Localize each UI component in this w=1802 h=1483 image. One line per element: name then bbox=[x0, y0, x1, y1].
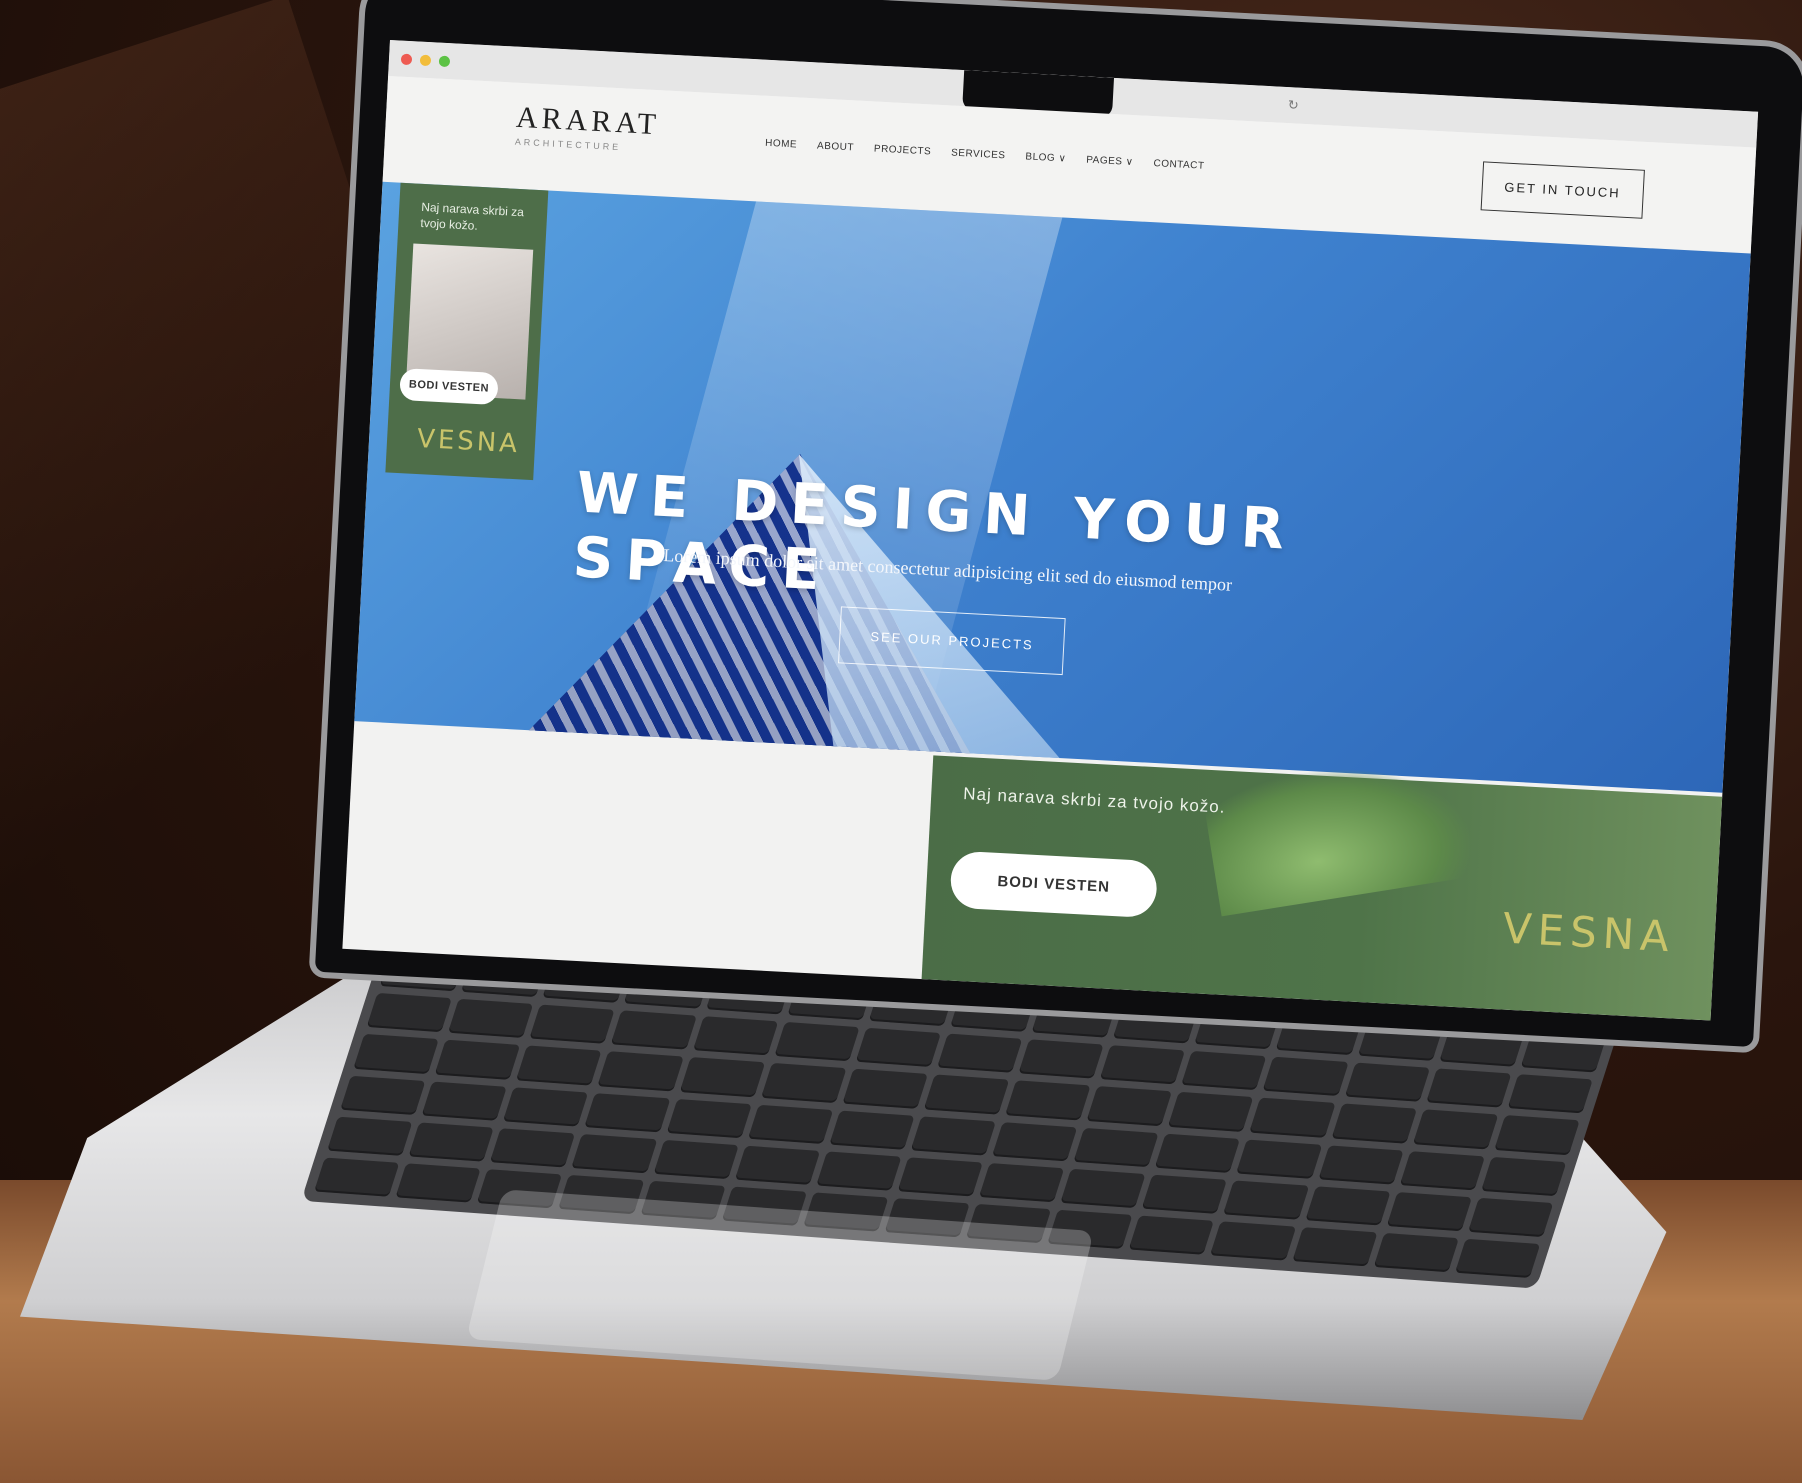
ad-small-brand-logo: VESNA bbox=[416, 423, 521, 460]
keyboard-key bbox=[1318, 1144, 1404, 1185]
keyboard-key bbox=[1507, 1074, 1593, 1114]
logo-title: ARARAT bbox=[515, 100, 661, 142]
keyboard-key bbox=[842, 1068, 928, 1109]
keyboard-key bbox=[910, 1115, 997, 1156]
ad-large-brand-logo: VESNA bbox=[1501, 903, 1677, 962]
keyboard-key bbox=[366, 993, 453, 1033]
keyboard-key bbox=[992, 1121, 1078, 1162]
nav-pages[interactable]: PAGES ∨ bbox=[1086, 155, 1134, 168]
keyboard-key bbox=[1386, 1191, 1472, 1232]
keyboard-key bbox=[447, 998, 534, 1039]
photo-scene: ↻ ARARAT ARCHITECTURE HOME ABOUT PROJECT… bbox=[0, 0, 1802, 1483]
keyboard-key bbox=[747, 1104, 834, 1144]
keyboard-key bbox=[503, 1086, 589, 1127]
keyboard-key bbox=[979, 1162, 1065, 1203]
aloe-leaf-image bbox=[1201, 747, 1479, 917]
keyboard-key bbox=[816, 1151, 902, 1191]
keyboard-key bbox=[421, 1081, 508, 1121]
keyboard-key bbox=[353, 1034, 439, 1074]
keyboard-key bbox=[584, 1092, 671, 1133]
keyboard-key bbox=[340, 1075, 426, 1115]
keyboard-key bbox=[1223, 1180, 1310, 1220]
keyboard-key bbox=[923, 1074, 1010, 1115]
nav-services[interactable]: SERVICES bbox=[951, 148, 1006, 162]
keyboard-key bbox=[936, 1033, 1023, 1074]
nav-home[interactable]: HOME bbox=[765, 138, 798, 151]
keyboard-key bbox=[1249, 1097, 1336, 1138]
keyboard-key bbox=[1060, 1168, 1147, 1208]
reload-icon[interactable]: ↻ bbox=[1287, 97, 1299, 114]
minimize-window-icon[interactable] bbox=[419, 54, 432, 66]
keyboard-key bbox=[692, 1016, 778, 1056]
keyboard-key bbox=[773, 1022, 860, 1062]
keyboard-key bbox=[734, 1145, 821, 1185]
keyboard-key bbox=[1168, 1092, 1254, 1132]
ad-large-button[interactable]: BODI VESTEN bbox=[949, 850, 1159, 919]
keyboard-key bbox=[1236, 1139, 1323, 1179]
keyboard-key bbox=[1494, 1115, 1580, 1155]
site-logo[interactable]: ARARAT ARCHITECTURE bbox=[515, 101, 661, 154]
see-projects-button[interactable]: SEE OUR PROJECTS bbox=[837, 606, 1067, 676]
vesna-ad-large[interactable]: Naj narava skrbi za tvojo kožo. BODI VES… bbox=[921, 747, 1723, 1021]
keyboard-key bbox=[666, 1098, 752, 1138]
keyboard-key bbox=[571, 1133, 658, 1174]
keyboard-key bbox=[760, 1063, 847, 1103]
keyboard-key bbox=[1412, 1109, 1499, 1149]
nav-blog[interactable]: BLOG ∨ bbox=[1025, 151, 1066, 164]
keyboard-key bbox=[1155, 1133, 1241, 1173]
keyboard-key bbox=[1467, 1197, 1554, 1237]
keyboard-key bbox=[490, 1127, 576, 1168]
keyboard-key bbox=[1099, 1045, 1186, 1085]
keyboard-key bbox=[408, 1122, 495, 1162]
keyboard-key bbox=[1128, 1215, 1215, 1255]
keyboard-key bbox=[1305, 1185, 1391, 1226]
ad-large-text: Naj narava skrbi za tvojo kožo. bbox=[962, 784, 1226, 817]
keyboard-key bbox=[1344, 1062, 1430, 1103]
get-in-touch-button[interactable]: GET IN TOUCH bbox=[1480, 161, 1645, 219]
keyboard-key bbox=[1481, 1156, 1567, 1196]
keyboard-key bbox=[1520, 1033, 1606, 1073]
keyboard-key bbox=[1018, 1039, 1104, 1079]
keyboard-key bbox=[1331, 1103, 1417, 1144]
keyboard-key bbox=[1262, 1056, 1349, 1097]
keyboard-key bbox=[597, 1051, 684, 1091]
keyboard-key bbox=[516, 1045, 602, 1086]
keyboard-key bbox=[1142, 1174, 1228, 1214]
nav-projects[interactable]: PROJECTS bbox=[874, 143, 932, 157]
laptop-screen: ↻ ARARAT ARCHITECTURE HOME ABOUT PROJECT… bbox=[342, 40, 1759, 1021]
nav-about[interactable]: ABOUT bbox=[817, 141, 854, 154]
keyboard-key bbox=[1454, 1238, 1541, 1278]
keyboard-key bbox=[1425, 1068, 1512, 1108]
keyboard-key bbox=[1086, 1086, 1173, 1126]
keyboard-key bbox=[529, 1004, 615, 1045]
keyboard-key bbox=[1181, 1051, 1267, 1091]
close-window-icon[interactable] bbox=[400, 53, 413, 65]
keyboard-key bbox=[653, 1139, 739, 1179]
nav-contact[interactable]: CONTACT bbox=[1153, 158, 1205, 172]
keyboard-key bbox=[327, 1116, 413, 1156]
keyboard-key bbox=[855, 1027, 941, 1068]
vesna-ad-small[interactable]: Naj narava skrbi za tvojo kožo. BODI VES… bbox=[385, 182, 549, 481]
main-nav: HOME ABOUT PROJECTS SERVICES BLOG ∨ PAGE… bbox=[765, 138, 1205, 172]
hero-section: WE DESIGN YOUR SPACE Lorem ipsum dolor s… bbox=[354, 181, 1751, 793]
keyboard-key bbox=[1005, 1080, 1091, 1120]
keyboard-key bbox=[1399, 1150, 1486, 1191]
keyboard-key bbox=[314, 1157, 400, 1197]
keyboard-key bbox=[679, 1057, 765, 1097]
keyboard-key bbox=[1291, 1226, 1378, 1267]
keyboard-key bbox=[1373, 1232, 1459, 1273]
maximize-window-icon[interactable] bbox=[438, 55, 451, 67]
keyboard-key bbox=[1073, 1127, 1160, 1167]
keyboard-key bbox=[434, 1039, 521, 1080]
keyboard-key bbox=[395, 1163, 482, 1203]
keyboard-key bbox=[829, 1110, 915, 1150]
ad-small-button[interactable]: BODI VESTEN bbox=[399, 368, 499, 406]
keyboard-key bbox=[1210, 1221, 1296, 1261]
keyboard-key bbox=[610, 1010, 697, 1050]
keyboard-key bbox=[897, 1156, 984, 1197]
ad-small-text: Naj narava skrbi za tvojo kožo. bbox=[420, 199, 525, 233]
